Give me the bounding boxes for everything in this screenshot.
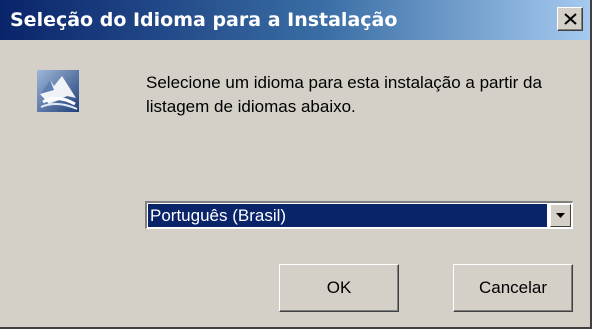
language-selection-dialog: Seleção do Idioma para a Instalação Sele…	[0, 0, 592, 329]
language-dropdown[interactable]: Português (Brasil)	[145, 201, 573, 229]
close-icon	[564, 13, 577, 25]
ok-button[interactable]: OK	[279, 264, 399, 312]
installer-logo-icon	[37, 70, 79, 112]
instruction-text: Selecione um idioma para esta instalação…	[146, 73, 542, 116]
window-title: Seleção do Idioma para a Instalação	[10, 9, 398, 31]
dropdown-arrow-button[interactable]	[550, 204, 571, 227]
chevron-down-icon	[556, 213, 565, 218]
cancel-button[interactable]: Cancelar	[453, 264, 573, 312]
close-button[interactable]	[557, 7, 583, 31]
title-bar[interactable]: Seleção do Idioma para a Instalação	[0, 0, 590, 40]
language-selected-value[interactable]: Português (Brasil)	[148, 204, 547, 227]
